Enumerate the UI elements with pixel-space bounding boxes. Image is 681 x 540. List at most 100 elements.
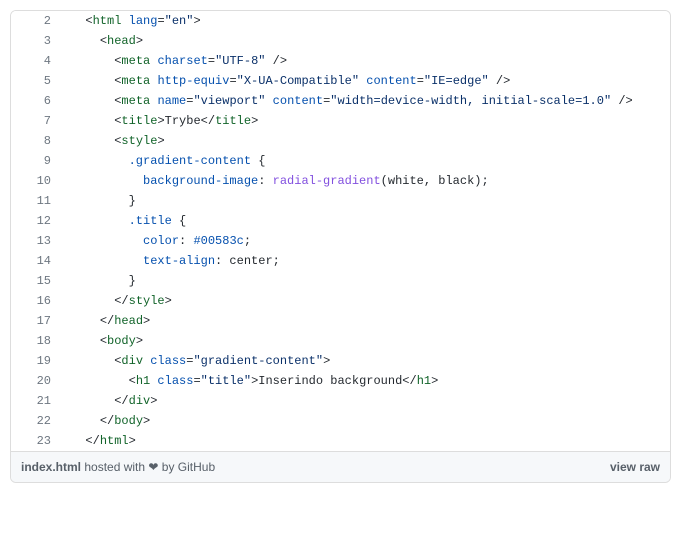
by-text: by <box>158 460 177 474</box>
token: = <box>417 74 424 88</box>
hosted-text: hosted with <box>81 460 148 474</box>
token: class <box>157 374 193 388</box>
token: "X-UA-Compatible" <box>237 74 359 88</box>
line-number[interactable]: 21 <box>11 391 61 411</box>
token: (white, black); <box>381 174 489 188</box>
token: body <box>114 414 143 428</box>
code-line: 20 <h1 class="title">Inserindo backgroun… <box>11 371 670 391</box>
token: </ <box>114 394 128 408</box>
line-content: </div> <box>61 391 670 411</box>
code-line: 12 .title { <box>11 211 670 231</box>
code-line: 2 <html lang="en"> <box>11 11 670 31</box>
line-number[interactable]: 4 <box>11 51 61 71</box>
token: > <box>193 14 200 28</box>
token: text-align <box>143 254 215 268</box>
line-number[interactable]: 22 <box>11 411 61 431</box>
line-number[interactable]: 16 <box>11 291 61 311</box>
line-number[interactable]: 5 <box>11 71 61 91</box>
gist-footer: index.html hosted with ❤ by GitHub view … <box>11 451 670 482</box>
code-line: 13 color: #00583c; <box>11 231 670 251</box>
token: = <box>229 74 236 88</box>
token: body <box>107 334 136 348</box>
token: Trybe <box>165 114 201 128</box>
line-content: <title>Trybe</title> <box>61 111 670 131</box>
token: > <box>143 414 150 428</box>
line-number[interactable]: 17 <box>11 311 61 331</box>
token: : center; <box>215 254 280 268</box>
token: "gradient-content" <box>193 354 323 368</box>
token: : <box>258 174 272 188</box>
token: > <box>165 294 172 308</box>
token: h1 <box>417 374 431 388</box>
line-number[interactable]: 14 <box>11 251 61 271</box>
token: /> <box>265 54 287 68</box>
token: Inserindo background <box>258 374 402 388</box>
token: /> <box>611 94 633 108</box>
token: style <box>121 134 157 148</box>
line-number[interactable]: 15 <box>11 271 61 291</box>
line-number[interactable]: 11 <box>11 191 61 211</box>
line-content: color: #00583c; <box>61 231 670 251</box>
line-number[interactable]: 2 <box>11 11 61 31</box>
token: meta <box>121 74 150 88</box>
line-content: text-align: center; <box>61 251 670 271</box>
line-number[interactable]: 6 <box>11 91 61 111</box>
line-content: <meta http-equiv="X-UA-Compatible" conte… <box>61 71 670 91</box>
token: { <box>251 154 265 168</box>
github-link[interactable]: GitHub <box>178 460 215 474</box>
view-raw-link[interactable]: view raw <box>610 460 660 474</box>
token: = <box>208 54 215 68</box>
token: < <box>100 34 107 48</box>
line-content: <meta charset="UTF-8" /> <box>61 51 670 71</box>
footer-left: index.html hosted with ❤ by GitHub <box>21 460 215 474</box>
token: > <box>157 114 164 128</box>
token: name <box>157 94 186 108</box>
line-number[interactable]: 9 <box>11 151 61 171</box>
token: html <box>93 14 122 28</box>
line-content: </style> <box>61 291 670 311</box>
token: > <box>136 34 143 48</box>
line-number[interactable]: 20 <box>11 371 61 391</box>
line-number[interactable]: 7 <box>11 111 61 131</box>
line-content: .title { <box>61 211 670 231</box>
token: content <box>366 74 416 88</box>
token: < <box>100 334 107 348</box>
token: background-image <box>143 174 258 188</box>
token: head <box>114 314 143 328</box>
token: /> <box>489 74 511 88</box>
filename-link[interactable]: index.html <box>21 460 81 474</box>
code-line: 9 .gradient-content { <box>11 151 670 171</box>
code-line: 10 background-image: radial-gradient(whi… <box>11 171 670 191</box>
line-number[interactable]: 13 <box>11 231 61 251</box>
line-content: <div class="gradient-content"> <box>61 351 670 371</box>
code-line: 4 <meta charset="UTF-8" /> <box>11 51 670 71</box>
line-number[interactable]: 12 <box>11 211 61 231</box>
code-body: 2 <html lang="en">3 < head >4 <meta charse… <box>11 11 670 451</box>
line-number[interactable]: 18 <box>11 331 61 351</box>
token: "width=device-width, initial-scale=1.0" <box>330 94 611 108</box>
token: meta <box>121 54 150 68</box>
line-number[interactable]: 3 <box>11 31 61 51</box>
line-number[interactable]: 8 <box>11 131 61 151</box>
token <box>265 94 272 108</box>
code-line: 14 text-align: center; <box>11 251 670 271</box>
line-content: } <box>61 271 670 291</box>
line-number[interactable]: 10 <box>11 171 61 191</box>
token: { <box>172 214 186 228</box>
token: div <box>129 394 151 408</box>
line-content: </head> <box>61 311 670 331</box>
line-content: </html> <box>61 431 670 451</box>
token: < <box>129 374 136 388</box>
line-number[interactable]: 23 <box>11 431 61 451</box>
token <box>121 14 128 28</box>
token: < <box>85 14 92 28</box>
code-line: 11 } <box>11 191 670 211</box>
token: > <box>323 354 330 368</box>
code-area: 2 <html lang="en">3 < head >4 <meta charse… <box>11 11 670 451</box>
token: class <box>150 354 186 368</box>
token: content <box>273 94 323 108</box>
heart-icon: ❤ <box>148 460 158 474</box>
line-content: <body> <box>61 331 670 351</box>
token: > <box>157 134 164 148</box>
line-number[interactable]: 19 <box>11 351 61 371</box>
